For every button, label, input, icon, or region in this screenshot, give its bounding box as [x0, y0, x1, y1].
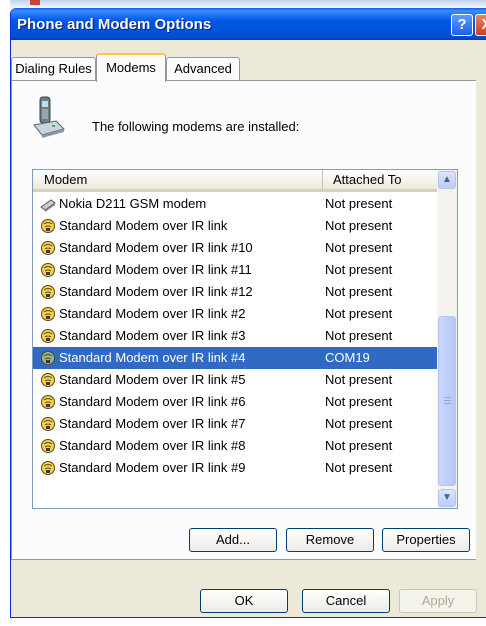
attached-to-value: Not present [325, 328, 393, 343]
ir-modem-icon [41, 351, 55, 365]
help-button[interactable]: ? [451, 14, 473, 36]
attached-to-value: Not present [325, 240, 393, 255]
scroll-grip-line [444, 400, 451, 401]
modem-name: Standard Modem over IR link #6 [59, 394, 246, 409]
attached-to-value: Not present [325, 284, 393, 299]
close-button[interactable]: X [475, 14, 486, 36]
modem-name: Standard Modem over IR link #5 [59, 372, 246, 387]
vertical-scrollbar[interactable]: ▲ ▼ [437, 170, 457, 508]
modem-list-row[interactable]: Standard Modem over IR link #2 Not presen… [33, 303, 437, 325]
modem-name: Standard Modem over IR link #8 [59, 438, 246, 453]
modem-name: Standard Modem over IR link #12 [59, 284, 253, 299]
modem-list-row[interactable]: Standard Modem over IR link #9 Not presen… [33, 457, 437, 479]
ir-modem-icon [41, 285, 55, 299]
ir-modem-icon [41, 329, 55, 343]
ok-button[interactable]: OK [200, 589, 288, 613]
tab-dialing-rules[interactable]: Dialing Rules [11, 57, 96, 81]
ir-modem-icon [41, 373, 55, 387]
modem-list-row[interactable]: Standard Modem over IR link #10 Not prese… [33, 237, 437, 259]
scroll-thumb[interactable] [438, 316, 456, 486]
modem-list-row[interactable]: Standard Modem over IR link #6 Not presen… [33, 391, 437, 413]
modem-name: Standard Modem over IR link #11 [59, 262, 252, 277]
attached-to-value: Not present [325, 394, 393, 409]
window-title: Phone and Modem Options [17, 16, 212, 33]
ir-modem-icon [41, 417, 55, 431]
scroll-down-button[interactable]: ▼ [438, 489, 456, 507]
attached-to-value: Not present [325, 438, 393, 453]
properties-button[interactable]: Properties [382, 528, 470, 552]
modem-name: Nokia D211 GSM modem [59, 196, 207, 211]
attached-to-value: COM19 [325, 350, 370, 365]
modem-list-row[interactable]: Standard Modem over IR link #4 COM19 [33, 347, 437, 369]
attached-to-value: Not present [325, 372, 393, 387]
attached-to-value: Not present [325, 196, 393, 211]
modem-list-row[interactable]: Standard Modem over IR link #11 Not prese… [33, 259, 437, 281]
column-header-modem[interactable]: Modem [33, 170, 323, 189]
modem-list[interactable]: Modem Attached To Nokia D211 GSM modem No… [32, 169, 458, 509]
installed-modems-label: The following modems are installed: [92, 119, 300, 134]
phone-modem-icon [33, 96, 65, 138]
ir-modem-icon [41, 461, 55, 475]
ir-modem-icon [41, 395, 55, 409]
attached-to-value: Not present [325, 306, 393, 321]
modem-name: Standard Modem over IR link #4 [59, 350, 246, 365]
scroll-up-button[interactable]: ▲ [438, 171, 456, 189]
ir-modem-icon [41, 219, 55, 233]
remove-button[interactable]: Remove [286, 528, 374, 552]
modem-name: Standard Modem over IR link #2 [59, 306, 246, 321]
attached-to-value: Not present [325, 218, 393, 233]
scroll-grip-line [444, 403, 451, 404]
modem-list-row[interactable]: Standard Modem over IR link #12 Not prese… [33, 281, 437, 303]
modem-name: Standard Modem over IR link #10 [59, 240, 253, 255]
modem-list-row[interactable]: Standard Modem over IR link #8 Not presen… [33, 435, 437, 457]
desktop-background [0, 0, 10, 626]
modem-name: Standard Modem over IR link [59, 218, 228, 233]
modem-name: Standard Modem over IR link #3 [59, 328, 246, 343]
modem-list-row[interactable]: Nokia D211 GSM modem Not present [33, 193, 437, 215]
background-window-fragment [30, 0, 40, 5]
modem-list-row[interactable]: Standard Modem over IR link #7 Not presen… [33, 413, 437, 435]
attached-to-value: Not present [325, 416, 393, 431]
apply-button: Apply [399, 589, 477, 613]
modem-card-icon [40, 199, 56, 212]
ir-modem-icon [41, 439, 55, 453]
ir-modem-icon [41, 263, 55, 277]
add-button[interactable]: Add... [189, 528, 277, 552]
attached-to-value: Not present [325, 262, 393, 277]
column-header-attached-to[interactable]: Attached To [324, 170, 437, 189]
modem-rows: Nokia D211 GSM modem Not present Standard … [33, 193, 437, 479]
ir-modem-icon [41, 307, 55, 321]
tab-advanced[interactable]: Advanced [166, 57, 240, 81]
scroll-grip-line [444, 397, 451, 398]
tab-modems[interactable]: Modems [96, 53, 166, 82]
modem-name: Standard Modem over IR link #9 [59, 460, 246, 475]
cancel-button[interactable]: Cancel [302, 589, 390, 613]
ir-modem-icon [41, 241, 55, 255]
title-bar[interactable]: Phone and Modem Options ? X [11, 8, 486, 40]
modem-list-row[interactable]: Standard Modem over IR link Not present [33, 215, 437, 237]
modem-list-row[interactable]: Standard Modem over IR link #3 Not presen… [33, 325, 437, 347]
modem-list-row[interactable]: Standard Modem over IR link #5 Not presen… [33, 369, 437, 391]
attached-to-value: Not present [325, 460, 393, 475]
list-header: Modem Attached To [33, 170, 437, 192]
modem-name: Standard Modem over IR link #7 [59, 416, 246, 431]
